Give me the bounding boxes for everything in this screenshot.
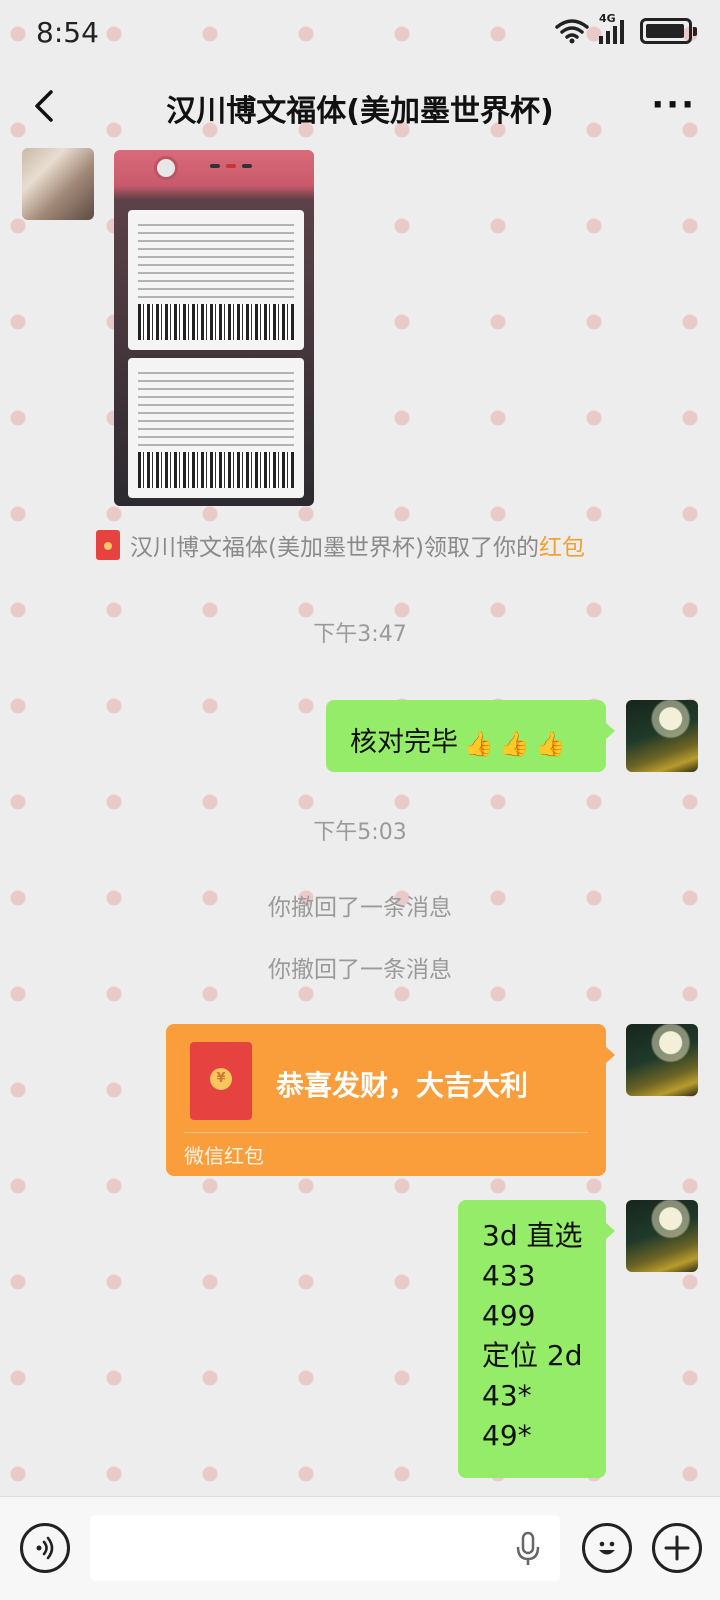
red-packet-icon: ¥ xyxy=(190,1042,252,1120)
voice-icon xyxy=(36,1536,54,1560)
thumbs-up-icon: 👍 xyxy=(464,729,494,758)
plus-button[interactable] xyxy=(652,1523,702,1573)
message-text: 3d 直选 433 499 定位 2d 43* 49* xyxy=(482,1216,583,1456)
red-packet-title: 恭喜发财，大吉大利 xyxy=(276,1069,529,1102)
plus-icon xyxy=(664,1535,690,1561)
my-avatar[interactable] xyxy=(626,1200,698,1272)
voice-button[interactable] xyxy=(20,1523,70,1573)
thumbs-up-icon: 👍 xyxy=(499,729,530,758)
emoji-icon xyxy=(599,1541,615,1555)
status-time: 8:54 xyxy=(36,16,99,49)
image-message[interactable] xyxy=(114,150,314,506)
chat-title: 汉川博文福体(美加墨世界杯) xyxy=(166,94,554,129)
battery-icon xyxy=(640,18,697,44)
outgoing-message[interactable]: 3d 直选 433 499 定位 2d 43* 49* xyxy=(458,1200,615,1478)
red-packet-label: 微信红包 xyxy=(184,1144,264,1168)
red-packet-message[interactable]: ¥ 恭喜发财，大吉大利 微信红包 xyxy=(166,1024,615,1176)
signal-icon: 4G xyxy=(599,12,624,44)
recalled-notice: 你撤回了一条消息 xyxy=(268,957,452,983)
coin-icon: ¥ xyxy=(210,1068,232,1090)
message-line: 49* xyxy=(482,1419,532,1452)
input-bar xyxy=(0,1496,720,1600)
emoji-button[interactable] xyxy=(582,1523,632,1573)
red-packet-icon xyxy=(96,530,120,560)
timestamp: 下午5:03 xyxy=(313,820,407,845)
red-packet-notice: 汉川博文福体(美加墨世界杯)领取了你的红包 xyxy=(96,530,585,561)
contact-avatar[interactable] xyxy=(22,148,94,220)
network-type: 4G xyxy=(599,12,616,25)
wifi-icon xyxy=(555,19,589,44)
message-list[interactable]: 汉川博文福体(美加墨世界杯)领取了你的红包 下午3:47 核对完毕 👍 👍 👍 下午5… xyxy=(0,144,720,1496)
message-line: 定位 2d xyxy=(482,1339,583,1372)
recalled-notice: 你撤回了一条消息 xyxy=(268,895,452,921)
outgoing-message[interactable]: 核对完毕 👍 👍 👍 xyxy=(326,700,615,772)
message-line: 433 xyxy=(482,1259,536,1292)
message-text: 核对完毕 xyxy=(350,727,458,758)
timestamp: 下午3:47 xyxy=(313,622,407,647)
message-line: 3d 直选 xyxy=(482,1219,583,1252)
thumbs-up-emojis: 👍 👍 👍 xyxy=(464,730,566,758)
message-line: 499 xyxy=(482,1299,536,1332)
divider xyxy=(184,1132,588,1133)
notice-text: 汉川博文福体(美加墨世界杯)领取了你的 xyxy=(130,535,539,561)
more-icon[interactable]: ··· xyxy=(651,88,696,122)
message-line: 43* xyxy=(482,1379,532,1412)
chat-header: 汉川博文福体(美加墨世界杯) ··· xyxy=(0,70,720,144)
status-icons: 4G xyxy=(555,12,697,44)
notice-red-packet-link[interactable]: 红包 xyxy=(539,535,585,561)
my-avatar[interactable] xyxy=(626,700,698,772)
message-input[interactable] xyxy=(90,1515,560,1581)
my-avatar[interactable] xyxy=(626,1024,698,1096)
status-bar: 8:54 4G xyxy=(0,0,720,70)
mic-icon[interactable] xyxy=(516,1531,540,1567)
thumbs-up-icon: 👍 xyxy=(535,729,566,758)
